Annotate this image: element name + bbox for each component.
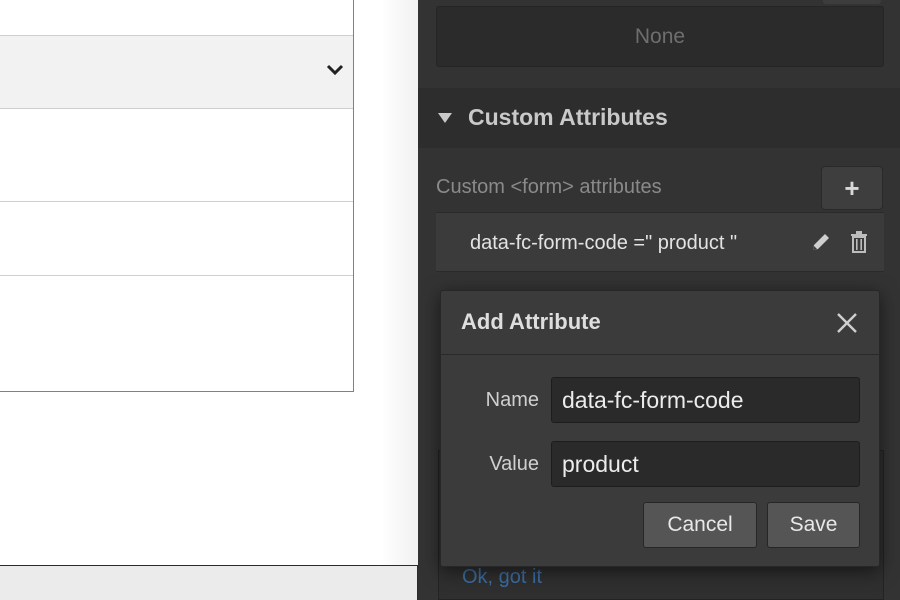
selected-form-element[interactable]	[0, 0, 354, 392]
custom-attributes-label: Custom <form> attributes	[436, 176, 662, 198]
add-attribute-button[interactable]: +	[821, 166, 883, 210]
save-button[interactable]: Save	[767, 502, 860, 548]
form-select-field[interactable]	[0, 35, 353, 109]
pencil-icon[interactable]	[810, 231, 832, 253]
add-attribute-modal: Add Attribute Name data-fc-form-code Val…	[440, 290, 880, 567]
cancel-button[interactable]: Cancel	[643, 502, 757, 548]
custom-attributes-section-header[interactable]: Custom Attributes	[418, 88, 900, 148]
canvas-bottom-bar	[0, 565, 418, 600]
form-field-row[interactable]	[0, 202, 353, 276]
attribute-list-item[interactable]: data-fc-form-code =" product "	[436, 212, 884, 272]
close-icon[interactable]	[835, 311, 859, 335]
modal-header: Add Attribute	[441, 291, 879, 355]
name-field[interactable]: data-fc-form-code	[551, 377, 860, 423]
ok-got-it-link[interactable]: Ok, got it	[462, 566, 542, 589]
attribute-text: data-fc-form-code =" product "	[470, 232, 738, 254]
modal-title: Add Attribute	[461, 309, 601, 334]
trash-icon[interactable]	[850, 231, 868, 253]
section-title: Custom Attributes	[468, 104, 668, 130]
design-canvas[interactable]	[0, 0, 420, 600]
app-root: None Custom Attributes Custom <form> att…	[0, 0, 900, 600]
chevron-down-icon	[326, 64, 344, 76]
top-button-stub[interactable]	[823, 0, 881, 4]
value-label: Value	[489, 453, 539, 475]
none-select-field[interactable]: None	[436, 6, 884, 67]
name-label: Name	[485, 389, 539, 411]
caret-down-icon	[438, 113, 452, 123]
value-field[interactable]: product	[551, 441, 860, 487]
canvas-edge-shadow	[380, 0, 420, 600]
form-field-row[interactable]	[0, 109, 353, 202]
